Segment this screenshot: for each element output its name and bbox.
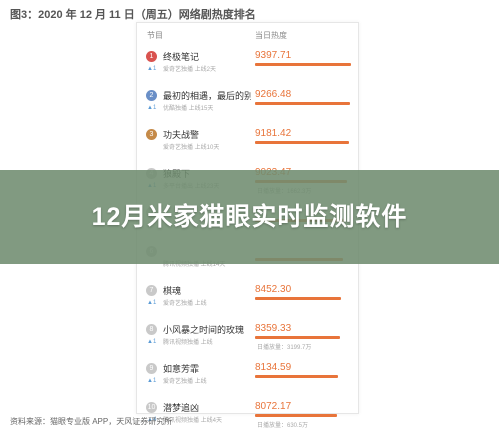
show-name: 最初的相遇，最后的别离 <box>163 91 251 101</box>
table-row: 3 功夫战警爱奇艺独播 上线10天 9181.42 <box>137 123 358 162</box>
heat-value: 8134.59 <box>255 362 292 373</box>
heat-value: 9397.71 <box>255 50 292 61</box>
heat-bar <box>255 414 337 417</box>
banner-title: 12月米家猫眼实时监测软件 <box>91 203 408 231</box>
table-row: 7 ▲1 棋魂爱奇艺独播 上线 8452.30 <box>137 279 358 318</box>
heat-bar <box>255 297 341 300</box>
trend-indicator: ▲1 <box>147 66 157 72</box>
show-subtitle: 爱奇艺独播 上线2天 <box>163 67 217 73</box>
rank-badge: 3 <box>146 129 157 140</box>
show-subtitle: 爱奇艺独播 上线 <box>163 379 207 385</box>
heat-value: 8359.33 <box>255 323 292 334</box>
show-name: 如意芳霏 <box>163 364 200 374</box>
heat-bar <box>255 375 338 378</box>
column-header-heat: 当日热度 <box>255 31 287 40</box>
show-subtitle: 爱奇艺独播 上线10天 <box>163 145 220 151</box>
table-row: 1 ▲1 终极笔记爱奇艺独播 上线2天 9397.71 <box>137 45 358 84</box>
trend-indicator: ▲1 <box>147 339 157 345</box>
table-row: 2 ▲1 最初的相遇，最后的别离优酷独播 上线15天 9266.48 <box>137 84 358 123</box>
show-subtitle: 腾讯视频独播 上线 <box>163 340 213 346</box>
rank-badge: 2 <box>146 90 157 101</box>
show-name: 功夫战警 <box>163 130 200 140</box>
show-name: 棋魂 <box>163 286 182 296</box>
table-row: 9 ▲1 如意芳霏爱奇艺独播 上线 8134.59 <box>137 357 358 396</box>
heat-value: 9181.42 <box>255 128 292 139</box>
trend-indicator: ▲1 <box>147 300 157 306</box>
heat-value: 9266.48 <box>255 89 292 100</box>
show-name: 终极笔记 <box>163 52 200 62</box>
show-name: 小风暴之时间的玫瑰 <box>163 325 245 335</box>
heat-bar <box>255 336 340 339</box>
daily-plays: 日播放量：3199.7万 <box>257 345 312 351</box>
rank-badge: 10 <box>146 402 157 413</box>
overlay-banner: 12月米家猫眼实时监测软件 <box>0 170 499 264</box>
trend-indicator: ▲1 <box>147 378 157 384</box>
rank-badge: 7 <box>146 285 157 296</box>
heat-bar <box>255 102 350 105</box>
heat-bar <box>255 63 351 66</box>
rank-badge: 1 <box>146 51 157 62</box>
daily-plays: 日播放量：630.5万 <box>257 423 309 429</box>
heat-value: 8452.30 <box>255 284 292 295</box>
show-name: 潜梦追凶 <box>163 403 200 413</box>
rank-badge: 8 <box>146 324 157 335</box>
heat-value: 8072.17 <box>255 401 292 412</box>
show-subtitle: 优酷独播 上线15天 <box>163 106 214 112</box>
table-header: 节目 当日热度 <box>137 23 358 45</box>
heat-bar <box>255 141 349 144</box>
rank-badge: 9 <box>146 363 157 374</box>
table-row: 8 ▲1 小风暴之时间的玫瑰腾讯视频独播 上线 8359.33 日播放量：3199.7万 <box>137 318 358 357</box>
show-subtitle: 爱奇艺独播 上线 <box>163 301 207 307</box>
source-note: 资料来源：猫眼专业版 APP，天风证券研究所 <box>10 417 173 426</box>
page-title: 图3：2020 年 12 月 11 日（周五）网络剧热度排名 <box>10 9 256 21</box>
column-header-show: 节目 <box>147 31 163 40</box>
trend-indicator: ▲1 <box>147 105 157 111</box>
